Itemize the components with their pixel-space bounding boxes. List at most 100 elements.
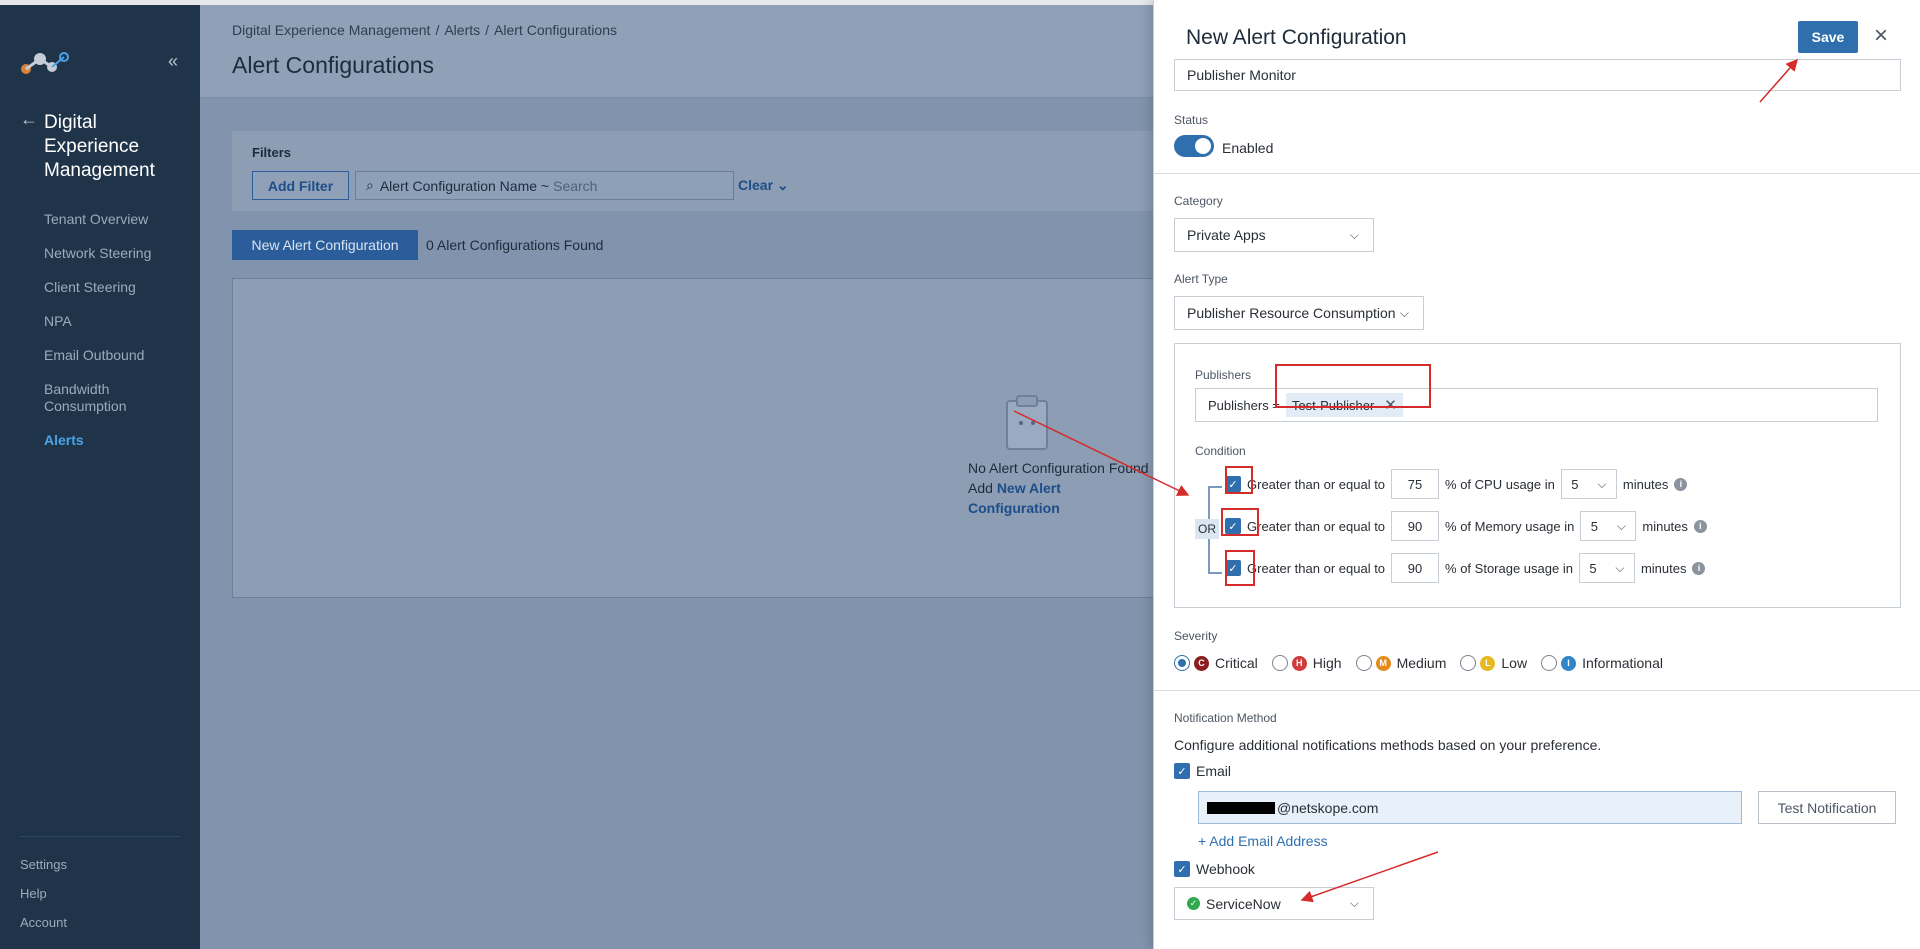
page-title: Alert Configurations — [232, 52, 434, 78]
severity-critical[interactable]: C Critical — [1174, 655, 1258, 671]
empty-state-add: Add — [968, 480, 993, 496]
category-label: Category — [1174, 194, 1223, 208]
sidebar-item-tenant-overview[interactable]: Tenant Overview — [44, 211, 194, 228]
clear-filters-button[interactable]: Clear ⌄ — [738, 177, 789, 194]
severity-label: Severity — [1174, 629, 1218, 643]
new-alert-configuration-button[interactable]: New Alert Configuration — [232, 230, 418, 260]
sidebar-item-bandwidth-consumption[interactable]: Bandwidth Consumption — [44, 381, 194, 415]
sidebar-item-settings[interactable]: Settings — [20, 857, 67, 872]
publisher-condition-panel: Publishers Publishers = Test-Publisher ✕… — [1174, 343, 1901, 608]
page-header: Digital Experience Management / Alerts / Ale… — [200, 5, 1153, 98]
informational-badge-icon: I — [1561, 655, 1577, 671]
netskope-logo[interactable] — [20, 49, 70, 77]
severity-low-label: Low — [1501, 655, 1528, 671]
collapse-sidebar-icon[interactable]: « — [168, 51, 178, 72]
condition-row-memory: ✓ Greater than or equal to 90 % of Memor… — [1225, 511, 1707, 541]
chevron-down-icon: ⌵ — [1615, 560, 1625, 575]
chevron-down-icon: ⌵ — [1597, 476, 1607, 491]
sidebar-item-help[interactable]: Help — [20, 886, 67, 901]
sidebar-item-email-outbound[interactable]: Email Outbound — [44, 347, 194, 364]
results-count: 0 Alert Configurations Found — [426, 237, 604, 253]
memory-minutes-select[interactable]: 5 ⌵ — [1580, 511, 1637, 541]
memory-condition-prefix: Greater than or equal to — [1247, 518, 1386, 534]
alert-type-select[interactable]: Publisher Resource Consumption ⌵ — [1174, 296, 1424, 330]
email-checkbox[interactable]: ✓ — [1174, 763, 1190, 779]
search-input[interactable]: ⌕ Alert Configuration Name ~ Search — [355, 171, 734, 200]
empty-state-title: No Alert Configuration Found — [968, 460, 1149, 476]
test-notification-button[interactable]: Test Notification — [1758, 791, 1896, 824]
severity-low[interactable]: L Low — [1460, 655, 1527, 671]
status-label: Status — [1174, 113, 1209, 127]
alert-type-label: Alert Type — [1174, 272, 1228, 286]
publishers-label: Publishers — [1195, 368, 1252, 382]
annotation-box — [1221, 508, 1259, 536]
search-placeholder: Search — [553, 177, 598, 194]
new-alert-configuration-drawer: New Alert Configuration Save × Publisher… — [1153, 0, 1920, 949]
close-icon[interactable]: × — [1874, 24, 1888, 48]
redacted-text — [1207, 801, 1275, 814]
divider — [1154, 690, 1920, 691]
info-icon[interactable]: i — [1693, 519, 1707, 533]
email-address-input[interactable]: @netskope.com — [1198, 791, 1742, 824]
cpu-threshold-input[interactable]: 75 — [1391, 469, 1440, 499]
storage-threshold-input[interactable]: 90 — [1391, 553, 1440, 583]
webhook-select[interactable]: ✓ ServiceNow ⌵ — [1174, 887, 1374, 920]
email-option[interactable]: ✓ Email — [1174, 763, 1231, 779]
sidebar-item-npa[interactable]: NPA — [44, 313, 194, 330]
main-content: Digital Experience Management / Alerts / Ale… — [200, 0, 1192, 949]
cpu-minutes-select[interactable]: 5 ⌵ — [1560, 469, 1617, 499]
breadcrumb-dem[interactable]: Digital Experience Management — [232, 22, 430, 38]
severity-critical-label: Critical — [1215, 655, 1258, 671]
radio-informational[interactable] — [1541, 655, 1558, 671]
info-icon[interactable]: i — [1674, 477, 1688, 491]
sidebar-item-network-steering[interactable]: Network Steering — [44, 245, 194, 262]
radio-critical[interactable] — [1174, 655, 1190, 671]
chevron-down-icon: ⌄ — [776, 177, 789, 193]
alert-type-value: Publisher Resource Consumption — [1187, 305, 1396, 321]
empty-state-text: No Alert Configuration Found Add New Ale… — [968, 458, 1153, 518]
low-badge-icon: L — [1480, 655, 1496, 671]
info-icon[interactable]: i — [1692, 561, 1706, 575]
back-arrow-icon[interactable]: ← — [20, 109, 38, 130]
radio-low[interactable] — [1460, 655, 1477, 671]
category-value: Private Apps — [1187, 227, 1266, 243]
sidebar: « ← Digital Experience Management Tenant… — [0, 0, 200, 949]
annotation-box — [1275, 364, 1431, 408]
section-title: Digital Experience Management — [44, 112, 155, 181]
annotation-box — [1225, 466, 1253, 494]
radio-high[interactable] — [1271, 655, 1288, 671]
severity-radio-group: C Critical H High M Medium L Low I Informatio… — [1174, 655, 1677, 671]
radio-medium[interactable] — [1355, 655, 1372, 671]
sidebar-divider — [20, 836, 180, 837]
memory-minutes-suffix: minutes — [1642, 518, 1688, 534]
webhook-checkbox[interactable]: ✓ — [1174, 861, 1190, 877]
webhook-value: ServiceNow — [1206, 895, 1281, 912]
add-filter-button[interactable]: Add Filter — [252, 171, 349, 200]
search-icon: ⌕ — [366, 177, 374, 193]
severity-informational[interactable]: I Informational — [1541, 655, 1663, 671]
severity-high[interactable]: H High — [1271, 655, 1342, 671]
chevron-down-icon: ⌵ — [1349, 227, 1359, 242]
severity-medium[interactable]: M Medium — [1355, 655, 1446, 671]
memory-metric-label: % of Memory usage in — [1445, 518, 1575, 534]
webhook-option[interactable]: ✓ Webhook — [1174, 861, 1255, 877]
divider — [1154, 173, 1920, 174]
save-button[interactable]: Save — [1798, 21, 1858, 53]
notification-description: Configure additional notifications metho… — [1174, 737, 1602, 753]
sidebar-item-alerts[interactable]: Alerts — [44, 432, 194, 449]
sidebar-item-account[interactable]: Account — [20, 915, 67, 930]
sidebar-item-client-steering[interactable]: Client Steering — [44, 279, 194, 296]
status-toggle[interactable] — [1174, 135, 1214, 157]
publishers-prefix: Publishers = — [1208, 397, 1280, 413]
category-select[interactable]: Private Apps ⌵ — [1174, 218, 1374, 252]
storage-minutes-suffix: minutes — [1640, 560, 1687, 576]
add-email-label: Add Email Address — [1209, 833, 1328, 849]
add-email-address-button[interactable]: + Add Email Address — [1198, 833, 1328, 849]
medium-badge-icon: M — [1375, 655, 1391, 671]
name-field[interactable]: Publisher Monitor — [1174, 59, 1901, 91]
or-operator[interactable]: OR — [1195, 519, 1219, 539]
chevron-down-icon: ⌵ — [1349, 896, 1359, 910]
breadcrumb-alerts[interactable]: Alerts — [444, 22, 480, 38]
memory-threshold-input[interactable]: 90 — [1391, 511, 1440, 541]
storage-minutes-select[interactable]: 5 ⌵ — [1578, 553, 1635, 583]
